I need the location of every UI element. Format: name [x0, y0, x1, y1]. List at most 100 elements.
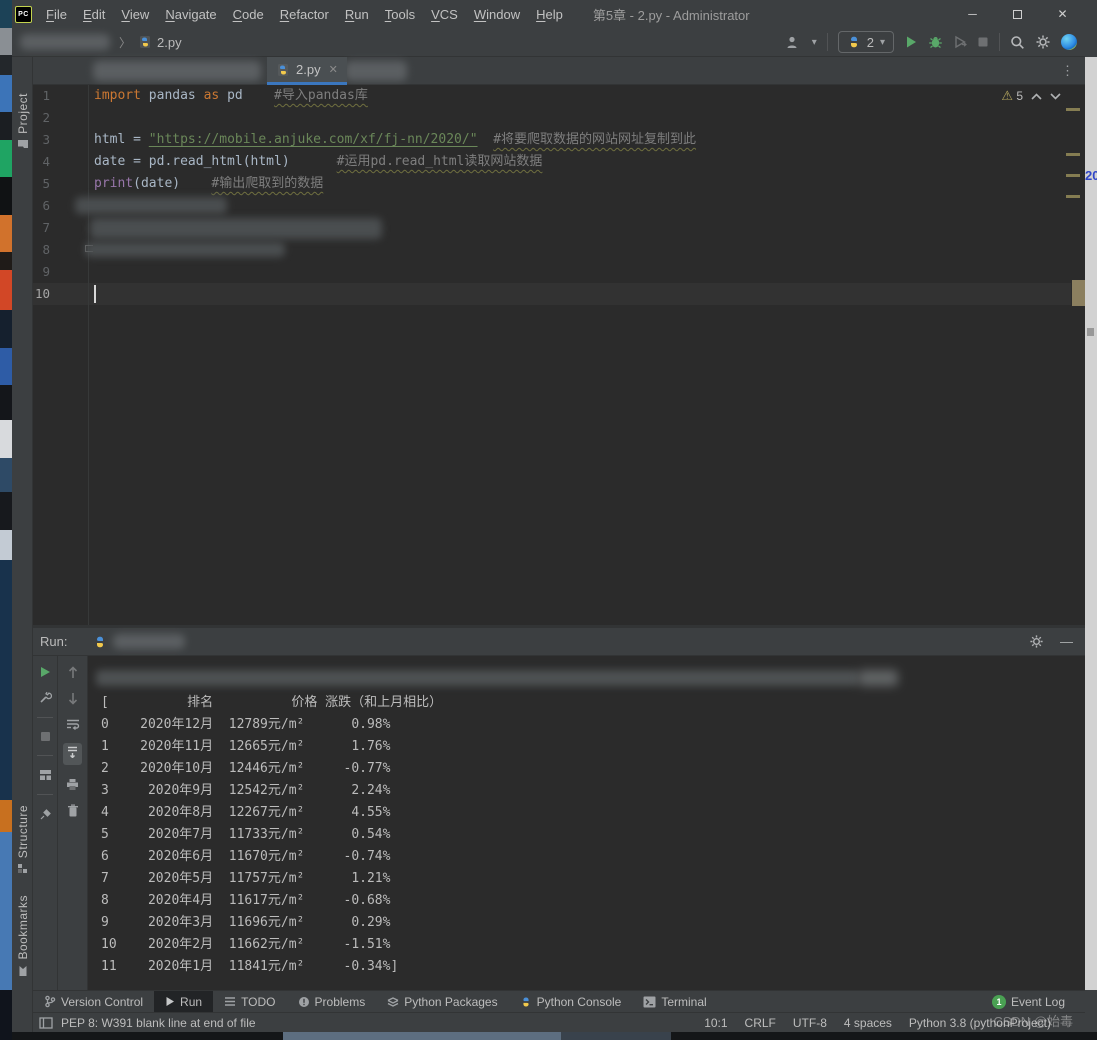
tool-window-toggle-icon[interactable]	[39, 1017, 53, 1029]
maximize-button[interactable]	[995, 0, 1040, 28]
run-configuration-select[interactable]: 2 ▾	[838, 31, 894, 53]
tool-window-run[interactable]: Run	[154, 991, 213, 1013]
status-bar: PEP 8: W391 blank line at end of file 10…	[33, 1012, 1085, 1032]
run-tab[interactable]	[93, 634, 185, 649]
breadcrumb-file[interactable]: 2.py	[138, 35, 182, 50]
console-output: [ 排名 价格 涨跌（和上月相比）0 2020年12月 12789元/m² 0.…	[101, 692, 442, 978]
rerun-button[interactable]	[39, 666, 51, 678]
run-with-coverage-button[interactable]	[953, 35, 967, 49]
indent-style[interactable]: 4 spaces	[844, 1016, 892, 1030]
settings-gear-icon[interactable]	[1035, 34, 1051, 50]
run-button[interactable]	[904, 35, 918, 49]
next-warning-icon[interactable]	[1050, 93, 1061, 100]
stripe-warning-mark[interactable]	[1066, 108, 1080, 111]
up-stack-trace-icon[interactable]	[67, 666, 79, 679]
close-button[interactable]: ✕	[1040, 0, 1085, 28]
structure-label: Structure	[16, 805, 30, 858]
inspection-count: 5	[1016, 89, 1023, 103]
stop-process-button[interactable]	[40, 731, 51, 742]
menu-edit[interactable]: Edit	[75, 7, 113, 22]
warning-icon: ⚠	[1001, 88, 1013, 103]
menu-navigate[interactable]: Navigate	[157, 7, 224, 22]
tab-redacted-right	[345, 61, 407, 81]
python-logo-icon	[93, 635, 107, 649]
run-toolbar-primary	[33, 656, 58, 990]
tab-overflow-menu-icon[interactable]: ⋮	[1061, 63, 1075, 79]
background-glyph	[1087, 328, 1094, 336]
tab-close-icon[interactable]: ✕	[329, 63, 338, 76]
line-separator[interactable]: CRLF	[745, 1016, 776, 1030]
menu-tools[interactable]: Tools	[377, 7, 423, 22]
previous-warning-icon[interactable]	[1031, 93, 1042, 100]
status-message[interactable]: PEP 8: W391 blank line at end of file	[61, 1016, 256, 1030]
run-config-dropdown-icon: ▾	[880, 37, 885, 48]
python-file-icon	[138, 35, 152, 49]
packages-icon	[387, 996, 399, 1008]
inspection-widget[interactable]: ⚠ 5	[1001, 88, 1061, 104]
python-logo-icon	[847, 35, 861, 49]
editor-tab-bar: 2.py ✕ ⋮	[33, 57, 1085, 85]
tool-window-terminal[interactable]: Terminal	[632, 991, 717, 1013]
print-icon[interactable]	[66, 778, 79, 791]
code-editor[interactable]: 12345678910 import pandas as pd #导入panda…	[33, 85, 1085, 625]
user-account-icon[interactable]	[786, 35, 802, 49]
editor-scrollbar-thumb[interactable]	[1072, 280, 1085, 306]
todo-list-icon	[224, 996, 236, 1007]
run-console[interactable]: [ 排名 价格 涨跌（和上月相比）0 2020年12月 12789元/m² 0.…	[88, 656, 1085, 990]
editor-code: import pandas as pd #导入pandas库html = "ht…	[94, 85, 696, 305]
menu-help[interactable]: Help	[528, 7, 571, 22]
caret-position[interactable]: 10:1	[704, 1016, 727, 1030]
tool-window-todo[interactable]: TODO	[213, 991, 286, 1013]
down-stack-trace-icon[interactable]	[67, 692, 79, 705]
event-log-item[interactable]: 1 Event Log	[992, 995, 1085, 1009]
stripe-warning-mark[interactable]	[1066, 195, 1080, 198]
restore-layout-icon[interactable]	[39, 769, 52, 781]
stripe-warning-mark[interactable]	[1066, 153, 1080, 156]
run-settings-gear-icon[interactable]	[1029, 634, 1044, 649]
desktop-edge-right: 20	[1085, 0, 1097, 1040]
stripe-warning-mark[interactable]	[1066, 174, 1080, 177]
tool-window-version-control[interactable]: Version Control	[33, 991, 154, 1013]
background-text: 20	[1085, 168, 1097, 183]
tool-window-problems[interactable]: Problems	[287, 991, 377, 1013]
menu-window[interactable]: Window	[466, 7, 528, 22]
tool-window-structure[interactable]: Structure	[12, 805, 33, 874]
hide-panel-icon[interactable]: —	[1060, 634, 1073, 649]
scroll-to-end-button[interactable]	[63, 743, 82, 765]
python-file-icon	[276, 63, 290, 77]
run-configuration-name: 2	[867, 35, 874, 50]
tool-window-python-packages[interactable]: Python Packages	[376, 991, 508, 1013]
python-interpreter[interactable]: Python 3.8 (pythonProject)	[909, 1016, 1051, 1030]
tool-window-bookmarks[interactable]: Bookmarks	[12, 895, 33, 977]
code-redacted-2	[90, 218, 382, 239]
debug-button[interactable]	[928, 35, 943, 49]
user-dropdown-icon[interactable]: ▾	[812, 37, 817, 48]
command-line-redacted	[96, 670, 858, 686]
file-encoding[interactable]: UTF-8	[793, 1016, 827, 1030]
desktop-edge-bottom	[12, 1032, 1097, 1040]
event-log-badge: 1	[992, 995, 1006, 1009]
text-cursor	[94, 285, 96, 303]
tab-2py[interactable]: 2.py ✕	[267, 57, 347, 85]
soft-wrap-icon[interactable]	[66, 718, 80, 730]
tool-window-bar: Version Control Run TODO Problems	[33, 990, 1085, 1012]
minimize-button[interactable]: ─	[950, 0, 995, 28]
tool-window-project[interactable]: Project	[12, 93, 33, 150]
menu-run[interactable]: Run	[337, 7, 377, 22]
clear-console-trash-icon[interactable]	[67, 804, 79, 817]
menu-refactor[interactable]: Refactor	[272, 7, 337, 22]
menu-code[interactable]: Code	[225, 7, 272, 22]
code-with-me-icon[interactable]	[1061, 34, 1077, 50]
tab-label: 2.py	[296, 62, 321, 77]
menu-file[interactable]: File	[38, 7, 75, 22]
screen: 20 PC File Edit View Navigate Code Refac…	[0, 0, 1097, 1040]
run-play-icon	[165, 996, 175, 1007]
menu-vcs[interactable]: VCS	[423, 7, 466, 22]
pin-tab-icon[interactable]	[39, 808, 52, 821]
menu-view[interactable]: View	[113, 7, 157, 22]
tool-window-python-console[interactable]: Python Console	[509, 991, 633, 1013]
edit-configuration-wrench-icon[interactable]	[39, 691, 52, 704]
event-log-label: Event Log	[1011, 995, 1065, 1009]
stop-button[interactable]	[977, 36, 989, 48]
search-everywhere-icon[interactable]	[1010, 35, 1025, 50]
